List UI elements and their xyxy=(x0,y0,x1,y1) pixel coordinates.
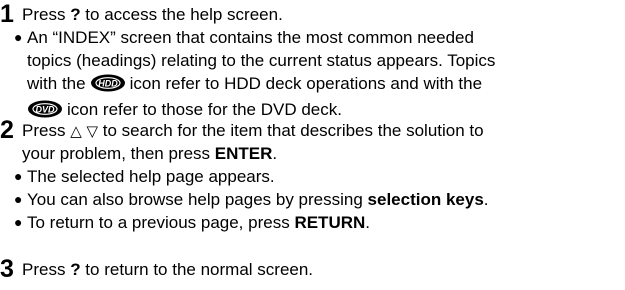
step-1-bullets: ● An “INDEX” screen that contains the mo… xyxy=(14,26,495,124)
enter-key: ENTER xyxy=(214,144,273,163)
svg-text:DVD: DVD xyxy=(35,105,55,115)
list-item: ● To return to a previous page, press RE… xyxy=(14,213,371,232)
list-item-continued: topics (headings) relating to the curren… xyxy=(27,51,496,70)
help-key: ? xyxy=(70,260,81,279)
step-number: 3 xyxy=(0,255,14,283)
step-text: Press ? to return to the normal screen. xyxy=(22,260,314,279)
hdd-icon: HDD xyxy=(90,74,126,98)
help-key: ? xyxy=(70,5,81,24)
step-text: Press △ ▽ to search for the item that de… xyxy=(22,121,484,140)
list-item: ● The selected help page appears. xyxy=(14,167,275,186)
up-arrow-icon: △ xyxy=(70,122,82,140)
help-instructions: 1 Press ? to access the help screen. ● A… xyxy=(0,0,496,283)
step-number: 2 xyxy=(0,116,14,144)
step-2-bullets: ● The selected help page appears. ● You … xyxy=(14,165,489,234)
return-key: RETURN xyxy=(294,213,366,232)
step-number: 1 xyxy=(0,0,14,28)
selection-keys: selection keys xyxy=(367,190,484,209)
svg-text:HDD: HDD xyxy=(98,79,118,89)
list-item-continued: with the HDD icon refer to HDD deck oper… xyxy=(14,72,495,98)
list-item: ● An “INDEX” screen that contains the mo… xyxy=(14,28,474,47)
down-arrow-icon: ▽ xyxy=(86,122,99,140)
step-text: Press ? to access the help screen. xyxy=(22,5,283,24)
list-item: ● You can also browse help pages by pres… xyxy=(14,190,489,209)
